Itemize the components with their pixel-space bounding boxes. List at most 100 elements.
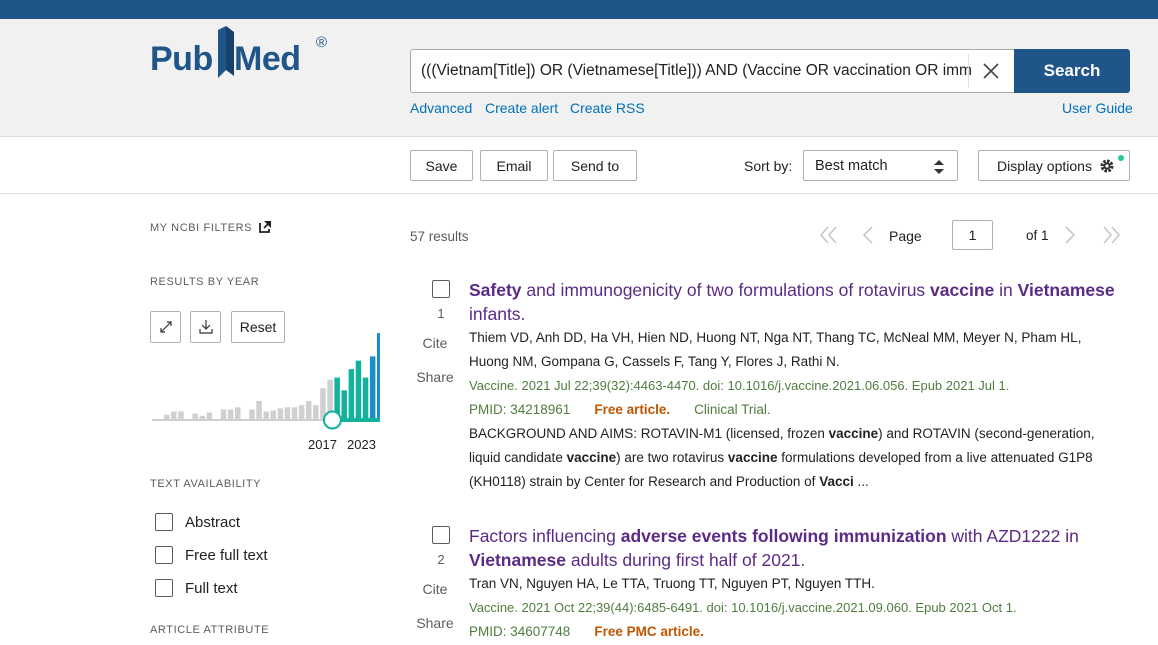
histogram-bar[interactable] <box>199 415 206 420</box>
clear-search-button[interactable] <box>968 54 1012 88</box>
external-link-icon[interactable] <box>259 220 272 233</box>
logo-med: Med <box>234 40 301 78</box>
histogram-bar[interactable] <box>178 411 184 420</box>
histogram-bar[interactable] <box>249 409 255 420</box>
search-input[interactable] <box>421 50 971 92</box>
first-page-icon[interactable] <box>818 224 840 246</box>
snippet-text: ) are two rotavirus <box>616 450 728 465</box>
filter-free-full-text[interactable]: Free full text <box>155 546 268 564</box>
result-title[interactable]: Safety and immunogenicity of two formula… <box>469 278 1129 326</box>
page-label: Page <box>889 228 922 244</box>
result-snippet: BACKGROUND AND AIMS: ROTAVIN-M1 (license… <box>469 422 1129 494</box>
histogram-bar[interactable] <box>284 407 291 420</box>
histogram-bar[interactable] <box>256 400 262 420</box>
histogram-bar[interactable] <box>171 411 177 420</box>
title-text: in <box>994 280 1018 300</box>
snippet-highlight: Vacci <box>819 474 854 489</box>
gear-icon <box>1100 159 1114 173</box>
histogram-bar[interactable] <box>263 411 269 420</box>
histogram-bar[interactable] <box>341 390 348 420</box>
histogram-bar[interactable] <box>377 333 380 420</box>
notification-dot <box>1118 155 1124 161</box>
result-authors: Tran VN, Nguyen HA, Le TTA, Truong TT, N… <box>469 576 875 591</box>
result-title[interactable]: Factors influencing adverse events follo… <box>469 524 1129 572</box>
next-page-icon[interactable] <box>1062 224 1078 246</box>
histogram-bar[interactable] <box>355 360 362 420</box>
snippet-highlight: vaccine <box>727 450 778 465</box>
title-text: and immunogenicity of two formulations o… <box>521 280 931 300</box>
title-text: with AZD1222 in <box>946 526 1079 546</box>
pubmed-logo[interactable]: Pub Med ® <box>150 26 340 78</box>
prev-page-icon[interactable] <box>860 224 876 246</box>
result-select-checkbox[interactable] <box>432 280 450 298</box>
advanced-link[interactable]: Advanced <box>410 100 472 116</box>
histogram-bar[interactable] <box>291 407 298 420</box>
page-number-input[interactable] <box>952 220 993 250</box>
cite-button[interactable]: Cite <box>410 335 460 351</box>
save-button[interactable]: Save <box>410 150 473 181</box>
result-meta: PMID: 34607748 Free PMC article. <box>469 624 704 639</box>
year-start-label: 2017 <box>308 437 337 452</box>
filter-label: Abstract <box>185 513 241 531</box>
logo-registered: ® <box>316 34 328 51</box>
free-article-badge: Free PMC article. <box>594 624 704 639</box>
create-alert-link[interactable]: Create alert <box>485 100 558 116</box>
filter-label: Free full text <box>185 546 268 564</box>
histogram-bar[interactable] <box>206 412 213 420</box>
my-ncbi-filters-heading[interactable]: MY NCBI FILTERS <box>150 222 252 234</box>
checkbox[interactable] <box>155 579 173 597</box>
result-meta: PMID: 34218961 Free article. Clinical Tria… <box>469 402 771 417</box>
title-text: adults during first half of 2021. <box>565 550 806 570</box>
snippet-highlight: vaccine <box>828 426 879 441</box>
snippet-highlight: vaccine <box>566 450 617 465</box>
create-rss-link[interactable]: Create RSS <box>570 100 645 116</box>
year-end-label: 2023 <box>347 437 376 452</box>
result-select-checkbox[interactable] <box>432 526 450 544</box>
title-highlight: vaccine <box>930 280 995 300</box>
checkbox[interactable] <box>155 513 173 531</box>
title-highlight: Safety <box>469 280 522 300</box>
sort-select[interactable]: Best match <box>803 150 958 181</box>
filter-abstract[interactable]: Abstract <box>155 513 240 531</box>
snippet-text: ... <box>853 474 869 489</box>
free-article-badge: Free article. <box>594 402 671 417</box>
filter-full-text[interactable]: Full text <box>155 579 238 597</box>
email-button[interactable]: Email <box>480 150 548 181</box>
title-highlight: adverse events following immunization <box>620 526 947 546</box>
histogram-bar[interactable] <box>362 377 369 420</box>
text-availability-heading: TEXT AVAILABILITY <box>150 478 262 490</box>
cite-button[interactable]: Cite <box>410 581 460 597</box>
histogram-bar[interactable] <box>313 405 319 420</box>
title-text: Factors influencing <box>469 526 621 546</box>
histogram-bar[interactable] <box>348 369 355 420</box>
histogram-bar[interactable] <box>369 356 376 420</box>
histogram-bar[interactable] <box>306 400 312 420</box>
last-page-icon[interactable] <box>1100 224 1122 246</box>
user-guide-link[interactable]: User Guide <box>1062 100 1133 116</box>
logo-pub: Pub <box>150 40 213 78</box>
share-button[interactable]: Share <box>410 369 460 385</box>
search-button[interactable]: Search <box>1014 49 1130 93</box>
sort-value: Best match <box>815 157 888 174</box>
checkbox[interactable] <box>155 546 173 564</box>
toolbar-divider <box>0 193 1158 194</box>
histogram-bar[interactable] <box>298 405 305 420</box>
display-options-label: Display options <box>997 157 1092 174</box>
send-to-button[interactable]: Send to <box>553 150 637 181</box>
histogram-bar[interactable] <box>270 410 277 420</box>
result-number: 1 <box>437 306 445 321</box>
histogram-bar[interactable] <box>277 408 284 420</box>
pmid: PMID: 34607748 <box>469 624 571 639</box>
publication-type: Clinical Trial. <box>694 402 771 417</box>
histogram-bar[interactable] <box>227 409 234 420</box>
year-start-handle[interactable] <box>322 410 342 430</box>
histogram-bar[interactable] <box>235 407 241 420</box>
histogram-bar[interactable] <box>164 414 170 420</box>
display-options-button[interactable]: Display options <box>978 150 1130 181</box>
filter-label: Full text <box>185 579 238 597</box>
share-button[interactable]: Share <box>410 615 460 631</box>
results-by-year-histogram[interactable] <box>150 310 380 430</box>
histogram-bar[interactable] <box>220 409 227 420</box>
histogram-bar[interactable] <box>192 413 198 420</box>
title-highlight: Vietnamese <box>1017 280 1115 300</box>
